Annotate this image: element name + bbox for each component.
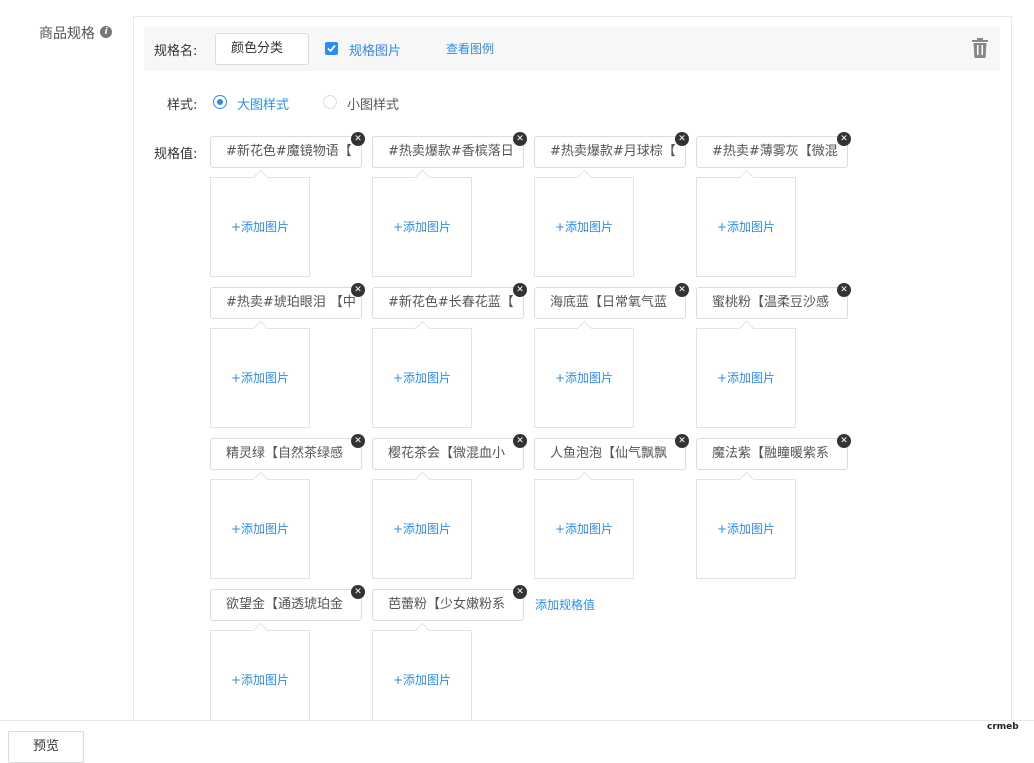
remove-value-icon[interactable]: ✕ — [675, 434, 689, 448]
remove-value-icon[interactable]: ✕ — [675, 132, 689, 146]
add-image-box[interactable]: +添加图片 — [210, 328, 310, 428]
spec-value-input[interactable]: #热卖#薄雾灰【微混 — [696, 136, 848, 168]
spec-value-input[interactable]: 精灵绿【自然茶绿感 — [210, 438, 362, 470]
spec-name-label: 规格名: — [154, 44, 198, 59]
style-large-label[interactable]: 大图样式 — [237, 94, 289, 113]
remove-value-icon[interactable]: ✕ — [837, 132, 851, 146]
remove-value-icon[interactable]: ✕ — [351, 283, 365, 297]
style-small-radio[interactable] — [323, 95, 337, 109]
remove-value-icon[interactable]: ✕ — [675, 283, 689, 297]
check-icon — [327, 44, 336, 53]
add-image-box[interactable]: +添加图片 — [210, 177, 310, 277]
add-image-box[interactable]: +添加图片 — [372, 328, 472, 428]
spec-value-input[interactable]: #热卖爆款#月球棕【 — [534, 136, 686, 168]
spec-value-input[interactable]: #热卖爆款#香槟落日 — [372, 136, 524, 168]
add-image-box[interactable]: +添加图片 — [696, 328, 796, 428]
info-icon[interactable]: i — [100, 26, 112, 38]
brand-logo: crmeb — [987, 722, 1019, 732]
spec-value-input[interactable]: #新花色#魔镜物语【 — [210, 136, 362, 168]
spec-name-input[interactable]: 颜色分类 — [215, 33, 309, 65]
spec-image-checkbox[interactable] — [325, 42, 338, 55]
spec-value-input[interactable]: 海底蓝【日常氧气蓝 — [534, 287, 686, 319]
add-image-box[interactable]: +添加图片 — [210, 479, 310, 579]
remove-value-icon[interactable]: ✕ — [351, 132, 365, 146]
spec-value-input[interactable]: #热卖#琥珀眼泪 【中 — [210, 287, 362, 319]
style-label: 样式: — [167, 98, 198, 113]
spec-value-input[interactable]: 芭蕾粉【少女嫩粉系 — [372, 589, 524, 621]
add-image-box[interactable]: +添加图片 — [696, 177, 796, 277]
spec-value-input[interactable]: 人鱼泡泡【仙气飘飘 — [534, 438, 686, 470]
style-small-label[interactable]: 小图样式 — [347, 94, 399, 113]
add-image-box[interactable]: +添加图片 — [372, 479, 472, 579]
spec-value-input[interactable]: #新花色#长春花蓝【 — [372, 287, 524, 319]
add-image-box[interactable]: +添加图片 — [534, 328, 634, 428]
spec-values-label: 规格值: — [154, 147, 198, 162]
preview-button[interactable]: 预览 — [8, 731, 84, 763]
trash-icon[interactable] — [970, 37, 990, 63]
view-example-link[interactable]: 查看图例 — [446, 40, 494, 57]
remove-value-icon[interactable]: ✕ — [513, 585, 527, 599]
spec-value-input[interactable]: 魔法紫【融瞳暖紫系 — [696, 438, 848, 470]
add-image-box[interactable]: +添加图片 — [372, 177, 472, 277]
add-image-box[interactable]: +添加图片 — [534, 177, 634, 277]
add-image-box[interactable]: +添加图片 — [534, 479, 634, 579]
add-image-box[interactable]: +添加图片 — [210, 630, 310, 730]
add-image-box[interactable]: +添加图片 — [696, 479, 796, 579]
remove-value-icon[interactable]: ✕ — [513, 283, 527, 297]
style-large-radio[interactable] — [213, 95, 227, 109]
remove-value-icon[interactable]: ✕ — [837, 434, 851, 448]
spec-value-input[interactable]: 蜜桃粉【温柔豆沙感 — [696, 287, 848, 319]
spec-value-input[interactable]: 樱花茶会【微混血小 — [372, 438, 524, 470]
spec-image-checkbox-label[interactable]: 规格图片 — [349, 40, 401, 59]
add-image-box[interactable]: +添加图片 — [372, 630, 472, 730]
remove-value-icon[interactable]: ✕ — [513, 434, 527, 448]
footer-bar — [0, 720, 1034, 763]
remove-value-icon[interactable]: ✕ — [351, 585, 365, 599]
add-spec-value-link[interactable]: 添加规格值 — [535, 596, 595, 613]
remove-value-icon[interactable]: ✕ — [351, 434, 365, 448]
section-label: 商品规格 — [39, 26, 95, 42]
remove-value-icon[interactable]: ✕ — [837, 283, 851, 297]
remove-value-icon[interactable]: ✕ — [513, 132, 527, 146]
spec-value-input[interactable]: 欲望金【通透琥珀金 — [210, 589, 362, 621]
